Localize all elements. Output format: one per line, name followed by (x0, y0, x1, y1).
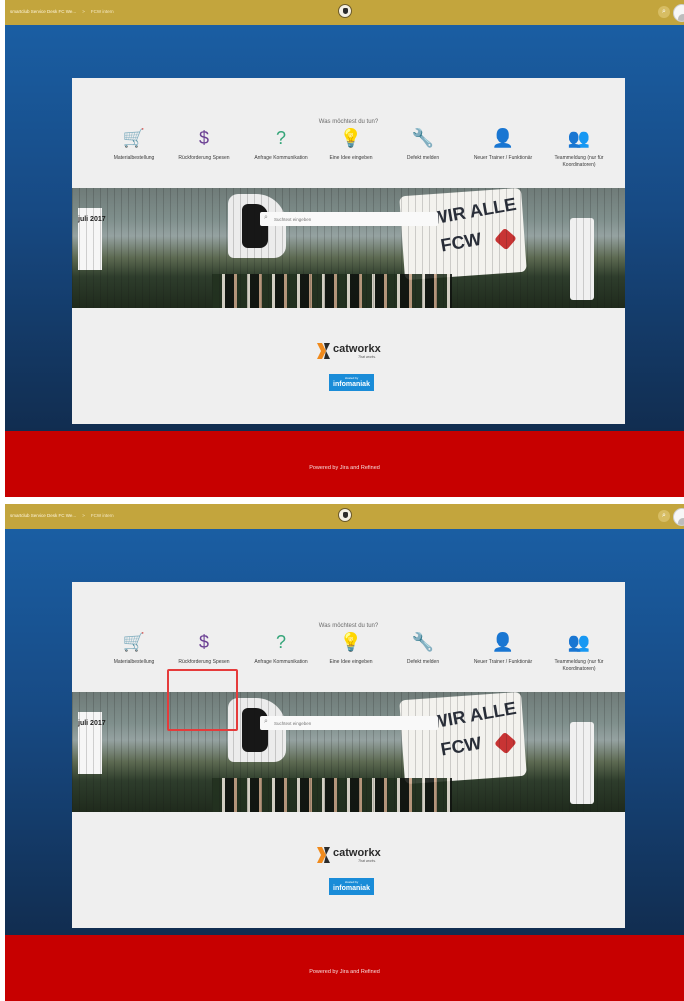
service-anfrage-kommunikation[interactable]: ? Anfrage Kommunikation (241, 127, 321, 162)
hero-image: juli 2017 WIR ALLE FCW ⌕ (72, 188, 625, 308)
catworkx-name: catworkx (333, 847, 381, 859)
service-label: Rückforderung Spesen (178, 659, 230, 665)
question-bubble-icon: ? (275, 632, 286, 652)
search-icon: ⌕ (264, 214, 268, 221)
service-label: Eine Idee eingeben (329, 155, 373, 161)
breadcrumb-item-project[interactable]: FCW intern (91, 9, 114, 14)
fence-overlay (72, 188, 625, 308)
hero-image: juli 2017 WIR ALLE FCW ⌕ (72, 692, 625, 812)
cart-icon: 🛒 (122, 632, 146, 652)
service-rueckforderung-spesen[interactable]: $ Rückforderung Spesen (164, 631, 244, 666)
catworkx-tagline: That works. (358, 859, 377, 863)
service-rueckforderung-spesen[interactable]: $ Rückforderung Spesen (164, 127, 244, 162)
wrench-icon: 🔧 (411, 632, 435, 652)
lightbulb-icon: 💡 (339, 128, 363, 148)
infomaniak-name: infomaniak (333, 381, 370, 388)
service-label: Teammeldung (nur für Koordinatoren) (554, 155, 604, 168)
breadcrumb-item-project[interactable]: FCW intern (91, 513, 114, 518)
search-input[interactable] (274, 718, 432, 728)
portal-card: Was möchtest du tun? 🛒 Materialbestellun… (72, 582, 625, 928)
service-materialbestellung[interactable]: 🛒 Materialbestellung (94, 631, 174, 666)
user-avatar[interactable] (673, 4, 684, 22)
page-title: Was möchtest du tun? (318, 119, 379, 125)
service-label: Anfrage Kommunikation (254, 155, 308, 161)
search-bar[interactable]: ⌕ (260, 716, 438, 730)
breadcrumb-separator: > (82, 9, 85, 14)
service-label: Eine Idee eingeben (329, 659, 373, 665)
top-bar: smartclub Service Desk FC We... > FCW inte… (5, 504, 684, 529)
breadcrumb-item-portal[interactable]: smartclub Service Desk FC We... (10, 513, 76, 518)
catworkx-logo[interactable]: catworkx That works. (317, 343, 387, 361)
club-logo-icon[interactable] (338, 4, 352, 18)
breadcrumb-separator: > (82, 513, 85, 518)
service-teammeldung[interactable]: 👥 Teammeldung (nur für Koordinatoren) (539, 127, 619, 169)
portal-card: Was möchtest du tun? 🛒 Materialbestellun… (72, 78, 625, 424)
service-defekt-melden[interactable]: 🔧 Defekt melden (383, 127, 463, 162)
search-input[interactable] (274, 214, 432, 224)
top-bar: smartclub Service Desk FC We... > FCW inte… (5, 0, 684, 25)
screenshot-highlighted: smartclub Service Desk FC We... > FCW inte… (5, 504, 684, 1001)
search-bar[interactable]: ⌕ (260, 212, 438, 226)
team-icon: 👥 (567, 128, 591, 148)
service-label: Neuer Trainer / Funktionär (473, 155, 533, 161)
catworkx-tagline: That works. (358, 355, 377, 359)
catworkx-mark-icon (317, 847, 330, 863)
service-label: Neuer Trainer / Funktionär (473, 659, 533, 665)
user-avatar[interactable] (673, 508, 684, 526)
catworkx-mark-icon (317, 343, 330, 359)
catworkx-name: catworkx (333, 343, 381, 355)
powered-by-text[interactable]: Powered by Jira and Refined (5, 465, 684, 471)
service-label: Defekt melden (406, 659, 440, 665)
breadcrumb: smartclub Service Desk FC We... > FCW inte… (10, 513, 114, 518)
page-background: Was möchtest du tun? 🛒 Materialbestellun… (5, 25, 684, 431)
user-plus-icon: 👤 (491, 128, 515, 148)
service-idee-eingeben[interactable]: 💡 Eine Idee eingeben (311, 127, 391, 162)
question-bubble-icon: ? (275, 128, 286, 148)
user-plus-icon: 👤 (491, 632, 515, 652)
page-background: Was möchtest du tun? 🛒 Materialbestellun… (5, 529, 684, 935)
powered-by-text[interactable]: Powered by Jira and Refined (5, 969, 684, 975)
infomaniak-logo[interactable]: Hosted by infomaniak (329, 374, 374, 391)
footer (5, 935, 684, 1001)
club-logo-icon[interactable] (338, 508, 352, 522)
search-icon[interactable]: ⌕ (658, 510, 670, 522)
screenshot-original: smartclub Service Desk FC We... > FCW inte… (5, 0, 684, 497)
service-label: Defekt melden (406, 155, 440, 161)
service-label: Teammeldung (nur für Koordinatoren) (554, 659, 604, 672)
service-label: Rückforderung Spesen (178, 155, 230, 161)
service-neuer-trainer[interactable]: 👤 Neuer Trainer / Funktionär (463, 631, 543, 666)
dollar-icon: $ (198, 128, 209, 148)
breadcrumb: smartclub Service Desk FC We... > FCW inte… (10, 9, 114, 14)
cart-icon: 🛒 (122, 128, 146, 148)
service-defekt-melden[interactable]: 🔧 Defekt melden (383, 631, 463, 666)
service-neuer-trainer[interactable]: 👤 Neuer Trainer / Funktionär (463, 127, 543, 162)
service-teammeldung[interactable]: 👥 Teammeldung (nur für Koordinatoren) (539, 631, 619, 673)
fence-overlay (72, 692, 625, 812)
infomaniak-logo[interactable]: Hosted by infomaniak (329, 878, 374, 895)
service-materialbestellung[interactable]: 🛒 Materialbestellung (94, 127, 174, 162)
service-label: Materialbestellung (113, 155, 155, 161)
highlight-box (167, 669, 238, 731)
service-idee-eingeben[interactable]: 💡 Eine Idee eingeben (311, 631, 391, 666)
search-icon[interactable]: ⌕ (658, 6, 670, 18)
dollar-icon: $ (198, 632, 209, 652)
team-icon: 👥 (567, 632, 591, 652)
lightbulb-icon: 💡 (339, 632, 363, 652)
infomaniak-name: infomaniak (333, 885, 370, 892)
service-label: Materialbestellung (113, 659, 155, 665)
wrench-icon: 🔧 (411, 128, 435, 148)
catworkx-logo[interactable]: catworkx That works. (317, 847, 387, 865)
service-anfrage-kommunikation[interactable]: ? Anfrage Kommunikation (241, 631, 321, 666)
search-icon: ⌕ (264, 718, 268, 725)
footer (5, 431, 684, 497)
page-title: Was möchtest du tun? (318, 623, 379, 629)
breadcrumb-item-portal[interactable]: smartclub Service Desk FC We... (10, 9, 76, 14)
service-label: Anfrage Kommunikation (254, 659, 308, 665)
